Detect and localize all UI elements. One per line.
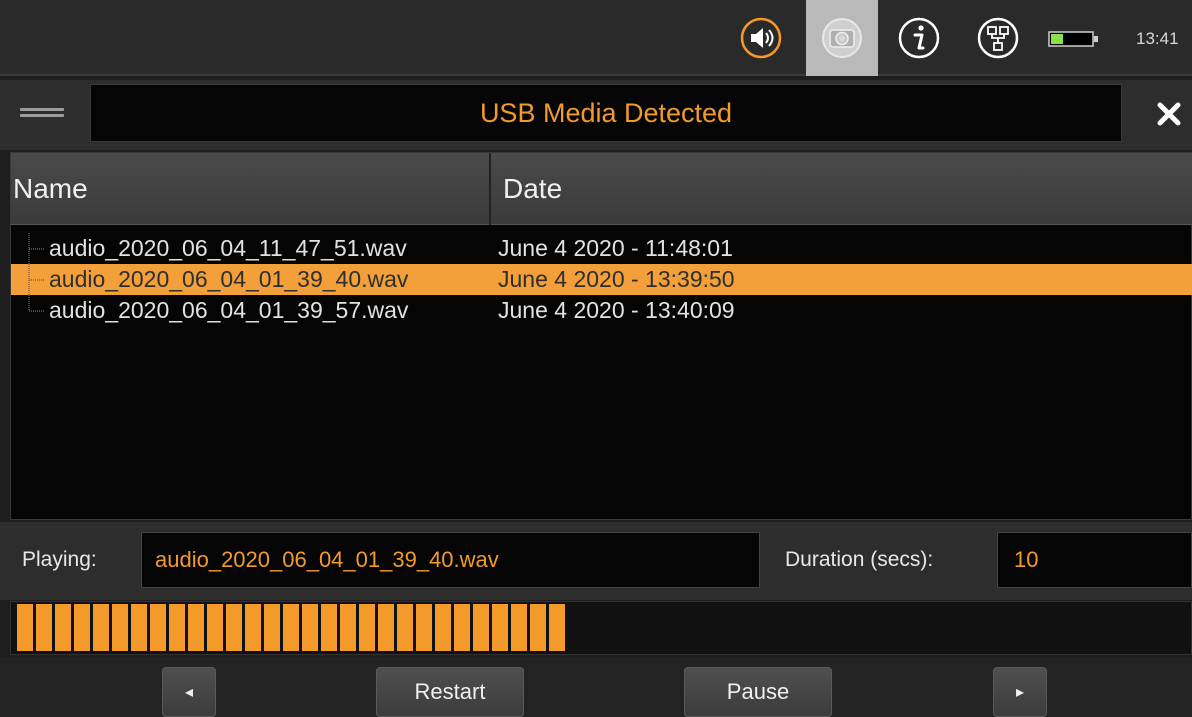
progress-segment bbox=[188, 604, 204, 651]
file-table: Name Date audio_2020_06_04_11_47_51.wav J… bbox=[10, 152, 1192, 520]
file-name-cell: audio_2020_06_04_01_39_40.wav bbox=[49, 266, 409, 292]
file-name-cell: audio_2020_06_04_01_39_57.wav bbox=[49, 297, 409, 323]
progress-segment bbox=[530, 604, 546, 651]
progress-segment bbox=[435, 604, 451, 651]
file-name-cell: audio_2020_06_04_11_47_51.wav bbox=[49, 235, 407, 261]
duration-field[interactable]: 10 bbox=[997, 532, 1192, 588]
progress-segment bbox=[226, 604, 242, 651]
file-date-cell: June 4 2020 - 13:39:50 bbox=[498, 266, 735, 292]
progress-segment bbox=[359, 604, 375, 651]
progress-segment bbox=[378, 604, 394, 651]
progress-segment bbox=[55, 604, 71, 651]
title-bar: USB Media Detected bbox=[90, 84, 1122, 142]
progress-segment bbox=[93, 604, 109, 651]
list-item[interactable]: audio_2020_06_04_11_47_51.wav June 4 2020… bbox=[11, 233, 1192, 264]
progress-segment bbox=[283, 604, 299, 651]
playback-progress-bar bbox=[10, 601, 1192, 655]
progress-segment bbox=[492, 604, 508, 651]
table-header: Name Date bbox=[11, 153, 1192, 225]
restart-button[interactable]: Restart bbox=[376, 667, 524, 717]
list-item[interactable]: audio_2020_06_04_01_39_57.wav June 4 2020… bbox=[11, 295, 1192, 326]
battery-icon bbox=[1048, 31, 1100, 47]
progress-segment bbox=[321, 604, 337, 651]
playback-info: Playing: audio_2020_06_04_01_39_40.wav D… bbox=[0, 522, 1192, 600]
network-icon[interactable] bbox=[972, 12, 1024, 64]
progress-segment bbox=[340, 604, 356, 651]
dialog-header: USB Media Detected bbox=[0, 80, 1192, 150]
playing-field: audio_2020_06_04_01_39_40.wav bbox=[141, 532, 760, 588]
status-bar: 13:41 bbox=[0, 0, 1192, 76]
progress-segment bbox=[245, 604, 261, 651]
clock: 13:41 bbox=[1136, 29, 1179, 48]
progress-segment bbox=[416, 604, 432, 651]
column-header-name[interactable]: Name bbox=[11, 153, 491, 225]
duration-label: Duration (secs): bbox=[785, 548, 934, 571]
progress-segment bbox=[150, 604, 166, 651]
progress-segment bbox=[264, 604, 280, 651]
tree-line-icon bbox=[27, 264, 47, 295]
close-button[interactable] bbox=[1150, 94, 1188, 134]
progress-segment bbox=[397, 604, 413, 651]
progress-segment bbox=[302, 604, 318, 651]
progress-segment bbox=[36, 604, 52, 651]
playing-label: Playing: bbox=[22, 548, 97, 571]
tree-line-icon bbox=[27, 233, 47, 264]
previous-icon: ◂ bbox=[184, 684, 194, 701]
progress-segment bbox=[17, 604, 33, 651]
previous-button[interactable]: ◂ bbox=[162, 667, 216, 717]
pause-button[interactable]: Pause bbox=[684, 667, 832, 717]
next-button[interactable]: ▸ bbox=[993, 667, 1047, 717]
file-date-cell: June 4 2020 - 11:48:01 bbox=[498, 235, 733, 261]
progress-segment bbox=[473, 604, 489, 651]
progress-fill bbox=[17, 604, 565, 651]
progress-segment bbox=[74, 604, 90, 651]
progress-segment bbox=[207, 604, 223, 651]
tree-line-icon bbox=[27, 295, 47, 326]
info-icon[interactable] bbox=[893, 12, 945, 64]
column-header-date[interactable]: Date bbox=[493, 153, 1192, 225]
progress-segment bbox=[131, 604, 147, 651]
progress-segment bbox=[112, 604, 128, 651]
file-list: audio_2020_06_04_11_47_51.wav June 4 2020… bbox=[11, 233, 1192, 326]
progress-segment bbox=[511, 604, 527, 651]
file-date-cell: June 4 2020 - 13:40:09 bbox=[498, 297, 735, 323]
speaker-icon[interactable] bbox=[735, 12, 787, 64]
next-icon: ▸ bbox=[1015, 684, 1025, 701]
playback-controls: ◂ Restart Pause ▸ bbox=[0, 657, 1192, 717]
dialog-title: USB Media Detected bbox=[479, 97, 733, 128]
progress-segment bbox=[454, 604, 470, 651]
list-item[interactable]: audio_2020_06_04_01_39_40.wav June 4 2020… bbox=[11, 264, 1192, 295]
progress-segment bbox=[549, 604, 565, 651]
menu-handle-icon[interactable] bbox=[20, 108, 64, 120]
camera-icon[interactable] bbox=[816, 12, 868, 64]
close-icon bbox=[1157, 102, 1181, 126]
progress-segment bbox=[169, 604, 185, 651]
